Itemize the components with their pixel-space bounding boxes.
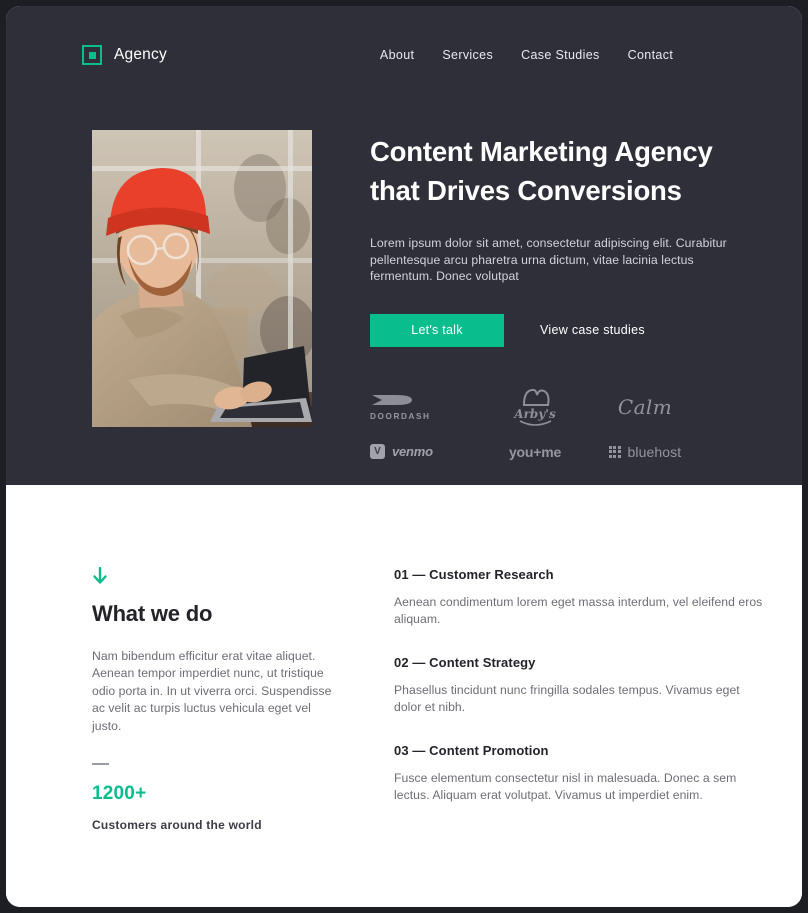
navbar: Agency About Services Case Studies Conta… [6,6,802,74]
doordash-chevron-icon [372,395,412,406]
client-logo-bluehost: bluehost [590,444,700,460]
stat-value: 1200+ [92,782,147,804]
client-logo-youme: you+me [480,444,590,460]
hero-subtitle: Lorem ipsum dolor sit amet, consectetur … [370,236,727,284]
hero-section: Agency About Services Case Studies Conta… [6,6,802,485]
service-desc: Phasellus tincidunt nunc fringilla sodal… [394,682,740,715]
calm-script-icon: Calm [617,394,673,419]
doordash-wordmark: DOORDASH [370,412,431,422]
view-case-studies-button[interactable]: View case studies [540,323,645,337]
client-logo-doordash: DOORDASH [370,392,480,421]
arrow-down-icon [93,567,107,584]
nav-item-case-studies[interactable]: Case Studies [521,48,600,62]
hero-title-line2: that Drives Conversions [370,175,682,206]
hero-body: Content Marketing Agency that Drives Con… [6,74,802,467]
what-we-do-title: What we do [92,601,213,626]
service-title: 02 — Content Strategy [394,654,536,670]
youme-wordmark-icon: you+me [508,443,562,460]
hero-title: Content Marketing Agency that Drives Con… [370,132,742,210]
service-title: 03 — Content Promotion [394,742,549,758]
service-item: 01 — Customer Research Aenean condimentu… [394,567,766,629]
nav-item-contact[interactable]: Contact [628,48,674,62]
service-item: 03 — Content Promotion Fusce elementum c… [394,743,766,805]
what-we-do-copy: Nam bibendum efficitur erat vitae alique… [92,649,332,733]
client-logo-venmo: V venmo [370,444,480,460]
hero-text-block: Content Marketing Agency that Drives Con… [370,130,742,467]
what-we-do-left-column: What we do Nam bibendum efficitur erat v… [92,567,342,907]
brand-name: Agency [114,46,167,63]
square-in-square-icon [82,45,102,65]
arbys-hat-icon: Arby's [513,388,556,426]
nav-item-about[interactable]: About [380,48,414,62]
service-desc: Fusce elementum consectetur nisl in male… [394,770,737,803]
page-frame: Agency About Services Case Studies Conta… [6,6,802,907]
services-list: 01 — Customer Research Aenean condimentu… [394,567,766,907]
stat-divider [92,763,109,765]
client-logo-arbys: Arby's [480,387,590,427]
nav-item-services[interactable]: Services [442,48,493,62]
client-logo-calm: Calm [590,395,700,419]
venmo-v-badge-icon: V [370,444,385,460]
service-title: 01 — Customer Research [394,567,554,582]
stat-label: Customers around the world [92,817,262,832]
client-logo-strip: DOORDASH Arby's Calm V venmo you+me blue… [370,387,742,467]
what-we-do-section: What we do Nam bibendum efficitur erat v… [6,485,802,907]
hero-actions: Let's talk View case studies [370,313,742,347]
venmo-wordmark: venmo [392,444,433,460]
service-desc: Aenean condimentum lorem eget massa inte… [394,595,763,627]
service-item: 02 — Content Strategy Phasellus tincidun… [394,655,766,717]
bluehost-dot-grid-icon [608,445,621,458]
nav-links: About Services Case Studies Contact [380,48,673,62]
svg-text:Arby's: Arby's [513,407,556,421]
lets-talk-button[interactable]: Let's talk [370,313,504,347]
hero-title-line1: Content Marketing Agency [370,136,713,167]
hero-photo [92,130,312,427]
brand-logo-group[interactable]: Agency [82,45,167,65]
bluehost-wordmark: bluehost [627,443,682,460]
